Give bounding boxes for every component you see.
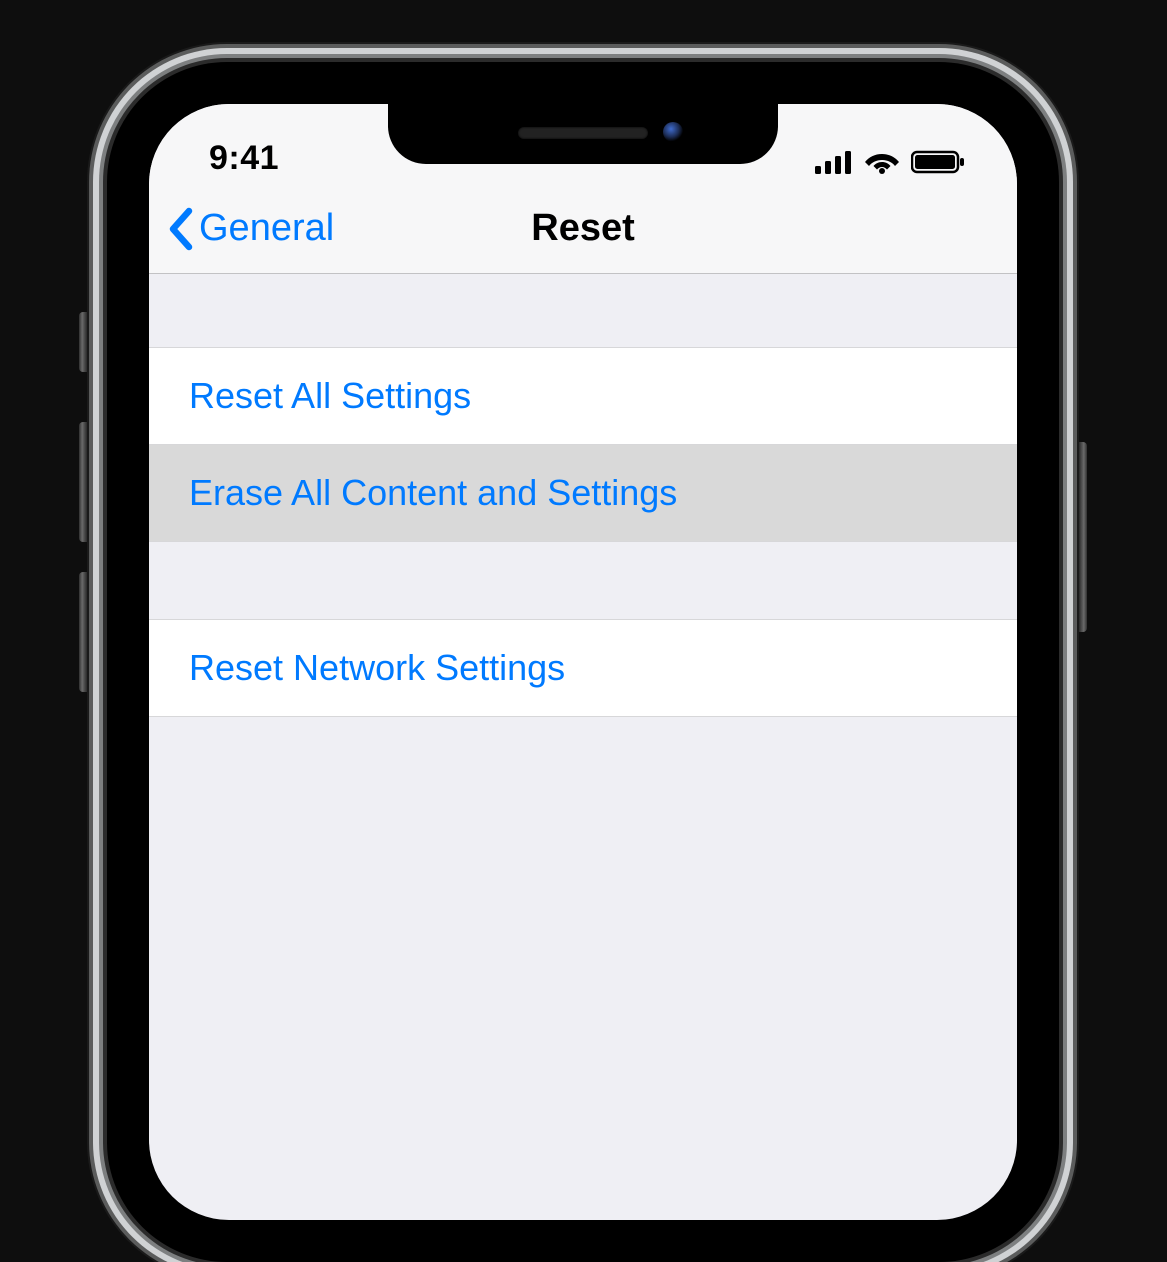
- status-indicators: [815, 150, 967, 178]
- chevron-left-icon: [167, 207, 195, 251]
- phone-frame: 9:41: [107, 62, 1059, 1262]
- row-label: Reset All Settings: [189, 375, 471, 417]
- cellular-signal-icon: [815, 150, 853, 174]
- side-button: [1079, 442, 1087, 632]
- status-time: 9:41: [209, 139, 279, 178]
- row-label: Reset Network Settings: [189, 647, 565, 689]
- row-label: Erase All Content and Settings: [189, 472, 677, 514]
- battery-icon: [911, 150, 967, 174]
- speaker-grille: [518, 127, 648, 139]
- erase-all-content-row[interactable]: Erase All Content and Settings: [149, 444, 1017, 542]
- volume-down-button: [79, 572, 87, 692]
- back-button-label: General: [199, 207, 334, 250]
- front-camera: [663, 122, 683, 142]
- navigation-bar: General Reset: [149, 184, 1017, 274]
- reset-network-settings-row[interactable]: Reset Network Settings: [149, 619, 1017, 717]
- volume-up-button: [79, 422, 87, 542]
- section-spacer: [149, 542, 1017, 620]
- screen: 9:41: [149, 104, 1017, 1220]
- notch: [388, 104, 778, 164]
- back-button[interactable]: General: [149, 207, 334, 251]
- wifi-icon: [865, 150, 899, 174]
- section-spacer: [149, 274, 1017, 348]
- reset-all-settings-row[interactable]: Reset All Settings: [149, 347, 1017, 445]
- mute-switch: [79, 312, 87, 372]
